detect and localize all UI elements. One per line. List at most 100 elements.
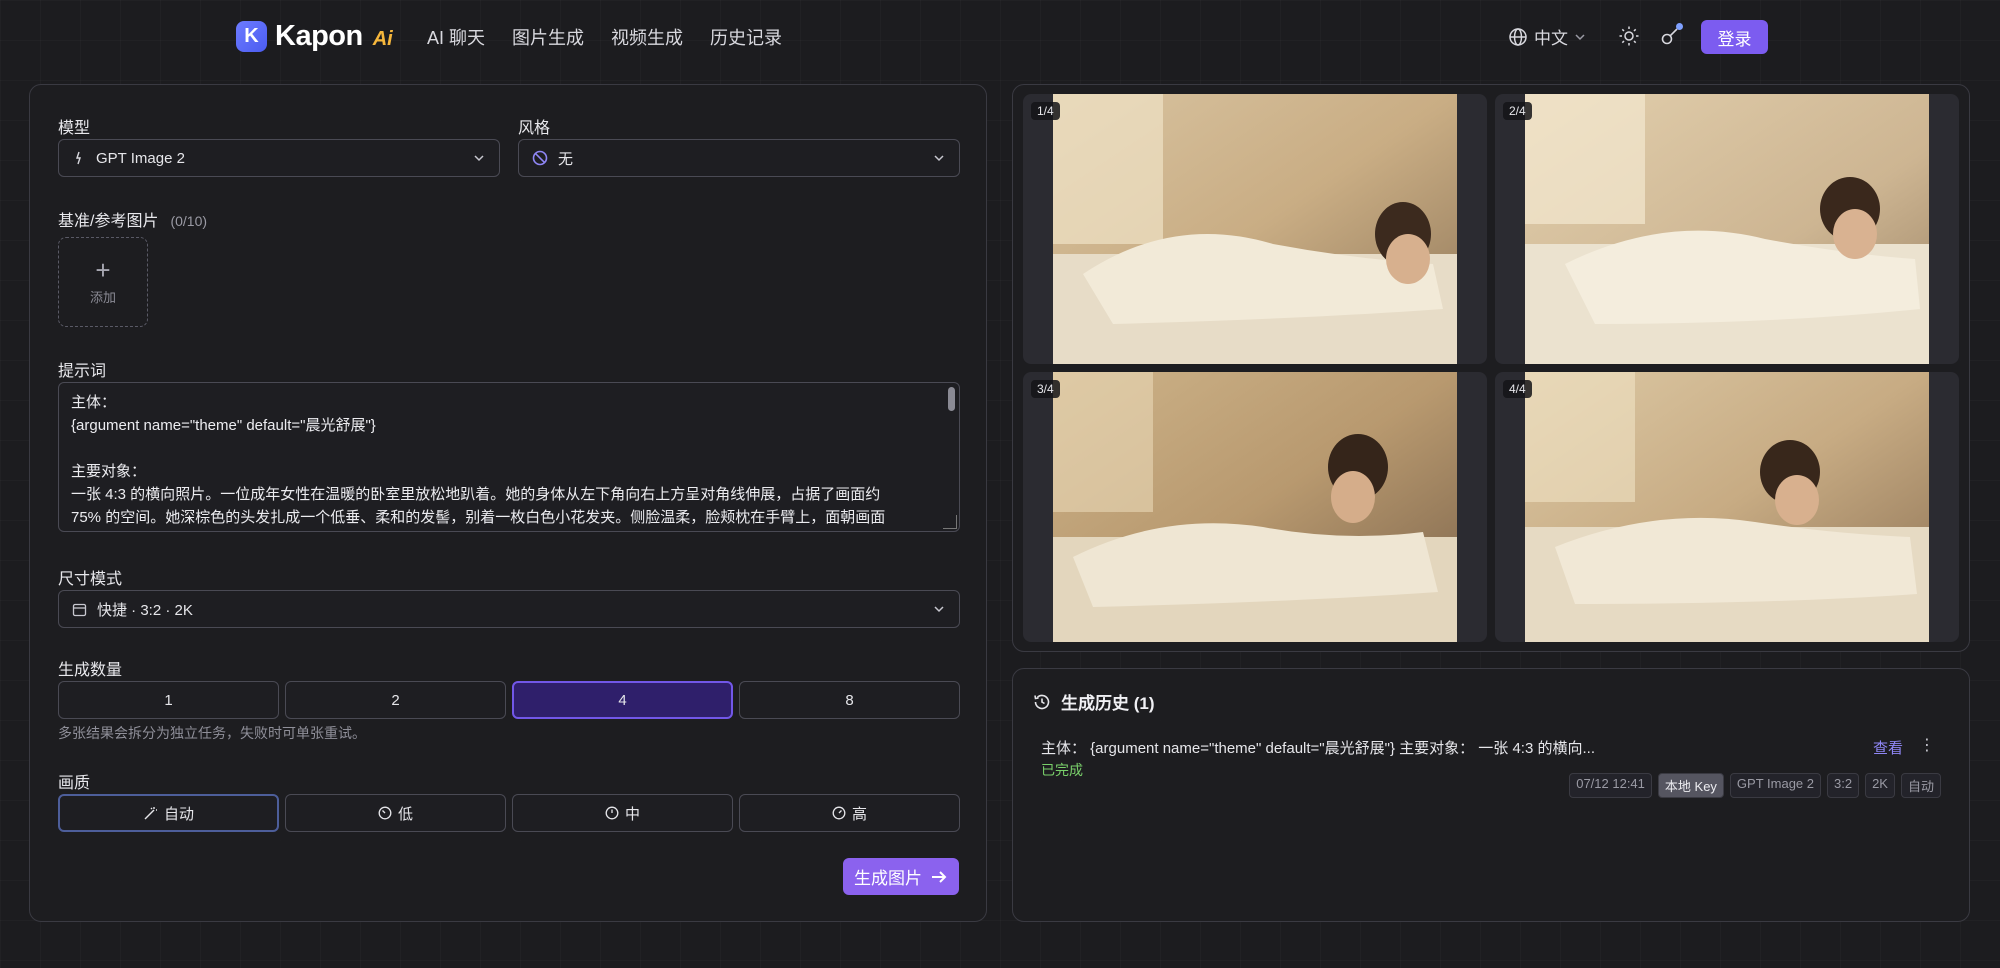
notification-dot xyxy=(1676,23,1683,30)
arrow-right-icon xyxy=(932,870,947,883)
quality-option-medium[interactable]: 中 xyxy=(512,794,733,832)
magic-wand-icon xyxy=(144,806,157,819)
theme-toggle-button[interactable] xyxy=(1616,23,1642,49)
size-mode-label: 尺寸模式 xyxy=(58,571,123,588)
add-label: 添加 xyxy=(89,289,116,305)
quality-option-high[interactable]: 高 xyxy=(739,794,960,832)
logo-text: Kapon xyxy=(275,19,363,52)
history-view-link[interactable]: 查看 xyxy=(1873,737,1903,758)
tag-resolution: 2K xyxy=(1865,773,1895,798)
globe-icon xyxy=(1509,27,1527,46)
count-label: 生成数量 xyxy=(58,662,123,679)
result-image-1[interactable]: 1/4 xyxy=(1023,94,1487,364)
quality-auto-label: 自动 xyxy=(163,805,194,823)
generated-photo xyxy=(1525,372,1929,642)
count-option-8[interactable]: 8 xyxy=(739,681,960,719)
calendar-icon xyxy=(72,602,87,617)
prompt-line xyxy=(71,437,929,460)
tag-timestamp: 07/12 12:41 xyxy=(1569,773,1652,798)
tag-local-key: 本地 Key xyxy=(1657,773,1724,798)
prompt-scrollbar[interactable] xyxy=(948,387,955,411)
reference-images-title: 基准/参考图片 xyxy=(58,213,159,230)
no-style-icon xyxy=(532,150,548,166)
app-logo[interactable]: K Kapon Ai xyxy=(236,19,393,53)
nav-video-generate[interactable]: 视频生成 xyxy=(611,24,683,50)
language-selector[interactable]: 中文 xyxy=(1508,24,1586,49)
count-option-1[interactable]: 1 xyxy=(58,681,279,719)
chevron-down-icon xyxy=(474,155,484,162)
generated-photo xyxy=(1525,94,1929,364)
nav-history[interactable]: 历史记录 xyxy=(710,24,782,50)
logo-ai-text: Ai xyxy=(372,27,393,50)
generation-form-panel: 模型 GPT Image 2 风格 无 基准/参考图片 (0/10) + 添加 提… xyxy=(29,84,987,922)
logo-mark-icon: K xyxy=(236,20,267,52)
reference-images-count: (0/10) xyxy=(170,213,208,229)
count-option-4[interactable]: 4 xyxy=(512,681,733,719)
quality-high-label: 高 xyxy=(851,805,867,823)
size-mode-value: 快捷 · 3:2 · 2K xyxy=(97,601,193,619)
sun-icon xyxy=(1619,26,1639,46)
quality-label: 画质 xyxy=(58,775,91,792)
style-label: 风格 xyxy=(518,120,551,137)
model-sparkle-icon xyxy=(72,151,86,165)
reference-images-label: 基准/参考图片 (0/10) xyxy=(58,207,207,231)
chevron-down-icon xyxy=(1575,33,1585,40)
model-value: GPT Image 2 xyxy=(96,149,185,167)
generate-label: 生成图片 xyxy=(854,869,922,888)
prompt-line: 75% 的空间。她深棕色的头发扎成一个低垂、柔和的发髻，别着一枚白色小花发夹。侧… xyxy=(71,509,886,526)
resize-handle[interactable] xyxy=(943,515,957,529)
language-label: 中文 xyxy=(1534,29,1568,48)
results-panel: 1/4 2/4 3/4 4/4 xyxy=(1012,84,1970,652)
quality-option-auto[interactable]: 自动 xyxy=(58,794,279,832)
tag-model: GPT Image 2 xyxy=(1729,773,1821,798)
model-label: 模型 xyxy=(58,120,91,137)
login-button[interactable]: 登录 xyxy=(1701,20,1768,54)
add-reference-image-button[interactable]: + 添加 xyxy=(58,237,148,327)
gauge-icon xyxy=(378,806,392,820)
quality-medium-label: 中 xyxy=(624,805,640,823)
generate-image-button[interactable]: 生成图片 xyxy=(843,858,959,895)
generated-photo xyxy=(1053,372,1457,642)
count-option-2[interactable]: 2 xyxy=(285,681,506,719)
chevron-down-icon xyxy=(934,155,944,162)
tag-quality: 自动 xyxy=(1900,773,1941,798)
prompt-line: 一张 4:3 的横向照片。一位成年女性在温暖的卧室里放松地趴着。她的身体从左下角… xyxy=(71,486,881,503)
more-options-icon[interactable]: ⋮ xyxy=(1919,735,1935,755)
generated-photo xyxy=(1053,94,1457,364)
image-index-badge: 4/4 xyxy=(1503,380,1532,398)
top-header: K Kapon Ai AI 聊天 图片生成 视频生成 历史记录 中文 登录 xyxy=(0,0,2000,72)
history-clock-icon xyxy=(1034,694,1050,709)
model-select[interactable]: GPT Image 2 xyxy=(58,139,500,177)
gauge-icon xyxy=(832,806,846,820)
history-item-prompt: 主体： {argument name="theme" default="晨光舒展… xyxy=(1041,740,1595,757)
result-image-3[interactable]: 3/4 xyxy=(1023,372,1487,642)
prompt-label: 提示词 xyxy=(58,363,107,380)
prompt-line: 主体： xyxy=(71,394,117,411)
image-index-badge: 3/4 xyxy=(1031,380,1060,398)
style-select[interactable]: 无 xyxy=(518,139,960,177)
gauge-icon xyxy=(605,806,619,820)
quality-option-low[interactable]: 低 xyxy=(285,794,506,832)
history-item-tags: 07/12 12:41 本地 Key GPT Image 2 3:2 2K 自动 xyxy=(1569,773,1941,798)
history-title-text: 生成历史 (1) xyxy=(1061,694,1155,713)
tag-ratio: 3:2 xyxy=(1827,773,1860,798)
history-panel: 生成历史 (1) 主体： {argument name="theme" defa… xyxy=(1012,668,1970,922)
result-image-4[interactable]: 4/4 xyxy=(1495,372,1959,642)
key-settings-button[interactable] xyxy=(1657,23,1683,49)
history-item-status: 已完成 xyxy=(1041,762,1083,778)
nav-image-generate[interactable]: 图片生成 xyxy=(512,24,584,50)
main-nav: AI 聊天 图片生成 视频生成 历史记录 xyxy=(427,24,782,50)
style-value: 无 xyxy=(558,150,574,168)
prompt-line: 主要对象： xyxy=(71,463,147,480)
size-mode-select[interactable]: 快捷 · 3:2 · 2K xyxy=(58,590,960,628)
chevron-down-icon xyxy=(934,606,944,613)
result-image-2[interactable]: 2/4 xyxy=(1495,94,1959,364)
count-hint: 多张结果会拆分为独立任务，失败时可单张重试。 xyxy=(58,725,366,741)
image-index-badge: 2/4 xyxy=(1503,102,1532,120)
prompt-textarea[interactable]: 主体： {argument name="theme" default="晨光舒展… xyxy=(58,382,960,532)
nav-ai-chat[interactable]: AI 聊天 xyxy=(427,24,485,50)
plus-icon: + xyxy=(95,254,111,285)
prompt-line: {argument name="theme" default="晨光舒展"} xyxy=(71,417,376,434)
image-index-badge: 1/4 xyxy=(1031,102,1060,120)
quality-low-label: 低 xyxy=(397,805,413,823)
